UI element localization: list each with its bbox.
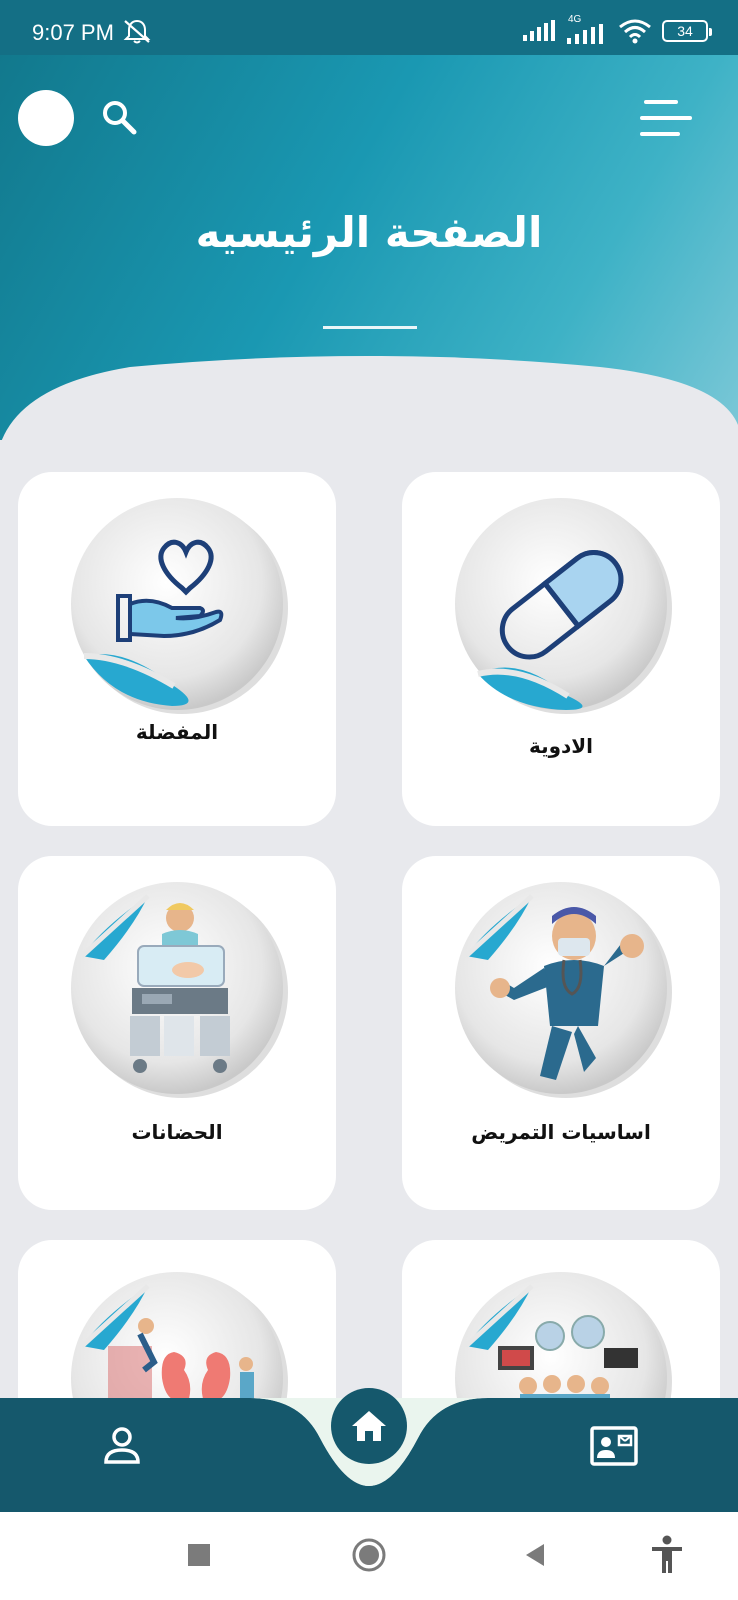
card-nursing-basics-label: اساسيات التمريض — [471, 1120, 651, 1144]
signal-icon — [523, 20, 555, 41]
title-underline — [323, 326, 417, 329]
incubator-illustration — [71, 882, 288, 1098]
back-button[interactable] — [512, 1532, 558, 1578]
accessibility-icon — [652, 1535, 682, 1573]
page-title: الصفحة الرئيسيه — [195, 208, 543, 257]
recents-icon — [188, 1544, 210, 1566]
id-card-icon[interactable] — [590, 1424, 638, 1468]
home-icon — [352, 1411, 386, 1441]
heart-hand-icon — [71, 498, 288, 714]
battery-icon: 34 — [662, 20, 712, 42]
status-bar: 9:07 PM 4G 34 — [0, 0, 738, 55]
home-button[interactable] — [331, 1388, 407, 1464]
card-incubators[interactable]: الحضانات — [18, 856, 336, 1210]
card-incubators-label: الحضانات — [131, 1120, 223, 1144]
battery-level: 34 — [677, 23, 693, 39]
menu-icon[interactable] — [638, 96, 694, 140]
profile-icon[interactable] — [100, 1424, 144, 1468]
status-time: 9:07 PM — [32, 20, 114, 45]
card-favorites[interactable]: المفضلة — [18, 472, 336, 826]
system-home-button[interactable] — [346, 1532, 392, 1578]
accessibility-button[interactable] — [644, 1532, 690, 1578]
card-medicines-label: الادوية — [528, 734, 594, 758]
wifi-icon — [619, 19, 651, 44]
capsule-icon — [455, 498, 672, 714]
home-circle-icon — [352, 1538, 386, 1572]
user-avatar[interactable] — [18, 90, 74, 146]
recents-button[interactable] — [176, 1532, 222, 1578]
back-icon — [526, 1544, 544, 1566]
card-medicines[interactable]: الادوية — [402, 472, 720, 826]
signal-4g-icon: 4G — [566, 14, 608, 44]
card-favorites-label: المفضلة — [135, 720, 219, 744]
search-icon[interactable] — [98, 96, 142, 140]
app-screen: 9:07 PM 4G 34 الصفحة الرئيسيه الادوية ال… — [0, 0, 738, 1600]
nurse-hero-illustration — [455, 882, 672, 1098]
mute-bell-icon — [123, 19, 151, 44]
card-nursing-basics[interactable]: اساسيات التمريض — [402, 856, 720, 1210]
